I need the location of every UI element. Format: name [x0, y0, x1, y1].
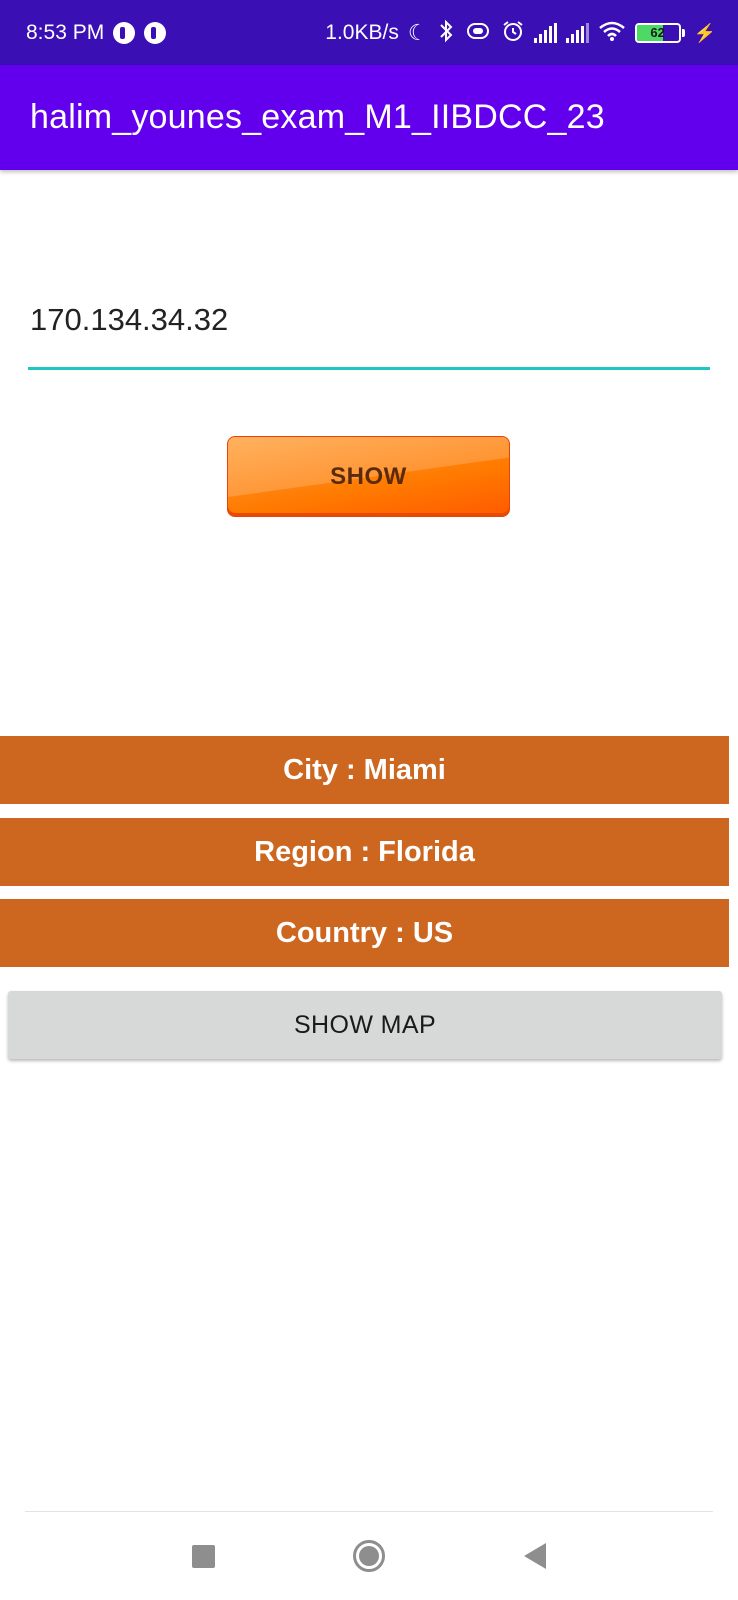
region-label: Region : Florida	[0, 818, 729, 886]
moon-icon: ☾	[407, 19, 428, 45]
app-notification-icon	[144, 21, 167, 44]
status-left: 8:53 PM	[26, 20, 167, 45]
signal-icon	[533, 22, 557, 43]
status-right: 1.0KB/s ☾ 62 ⚡	[325, 19, 716, 47]
show-button[interactable]: SHOW	[227, 436, 510, 517]
app-title: halim_younes_exam_M1_IIBDCC_23	[30, 98, 605, 136]
app-screen: 8:53 PM 1.0KB/s ☾ 62 ⚡ halim_younes_exam…	[0, 0, 738, 1600]
vibrate-icon	[464, 21, 492, 45]
wifi-icon	[598, 20, 626, 46]
battery-level: 62	[650, 25, 665, 40]
ip-address-input[interactable]	[28, 280, 710, 370]
status-time: 8:53 PM	[26, 20, 105, 44]
navigation-bar	[0, 1512, 738, 1600]
back-triangle-icon	[524, 1543, 546, 1569]
back-button[interactable]	[505, 1526, 565, 1586]
home-circle-icon	[353, 1540, 385, 1572]
signal-icon	[565, 22, 589, 43]
recents-button[interactable]	[173, 1526, 233, 1586]
city-label: City : Miami	[0, 736, 729, 804]
show-button-label: SHOW	[330, 462, 407, 490]
status-bar: 8:53 PM 1.0KB/s ☾ 62 ⚡	[0, 0, 738, 65]
network-speed: 1.0KB/s	[325, 20, 399, 44]
bluetooth-icon	[437, 19, 455, 47]
app-notification-icon	[113, 21, 136, 44]
country-label: Country : US	[0, 899, 729, 967]
recents-square-icon	[191, 1544, 215, 1568]
app-bar: halim_younes_exam_M1_IIBDCC_23	[0, 65, 738, 170]
alarm-icon	[501, 19, 525, 47]
home-button[interactable]	[339, 1526, 399, 1586]
battery-icon: 62	[634, 22, 685, 43]
show-map-button[interactable]: SHOW MAP	[8, 991, 722, 1059]
charging-icon: ⚡	[693, 22, 716, 43]
